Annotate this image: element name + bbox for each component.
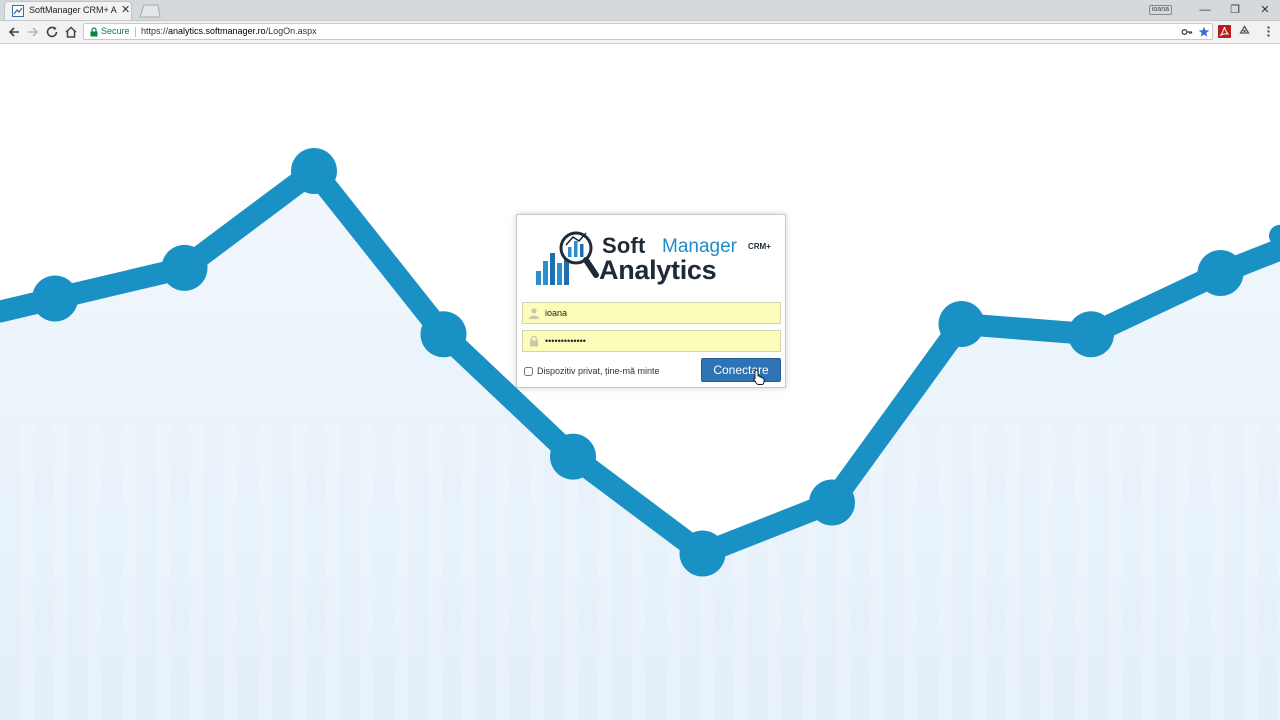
close-window-button[interactable]: ✕ xyxy=(1250,1,1280,19)
chart-stripe xyxy=(1142,424,1156,720)
chart-stripe xyxy=(530,424,544,720)
remember-label: Dispozitiv privat, ține-mă minte xyxy=(537,366,660,376)
browser-tab[interactable]: SoftManager CRM+ Analytics ✕ xyxy=(4,1,132,20)
address-bar[interactable]: Secure https://analytics.softmanager.ro/… xyxy=(83,23,1213,40)
chart-stripe xyxy=(122,424,136,720)
chart-stripe xyxy=(1006,424,1020,720)
chart-stripe xyxy=(360,424,374,720)
chart-stripe xyxy=(734,424,748,720)
chart-stripe xyxy=(802,424,816,720)
profile-button[interactable]: ioana xyxy=(1148,5,1172,15)
chart-stripe xyxy=(292,424,306,720)
chart-point xyxy=(291,148,337,194)
chart-stripe xyxy=(462,424,476,720)
hand-pointer-icon xyxy=(753,369,765,385)
password-field xyxy=(522,330,781,352)
password-input[interactable] xyxy=(545,333,775,349)
browser-tab-strip: SoftManager CRM+ Analytics ✕ ioana — ❐ ✕ xyxy=(0,0,1280,21)
minimize-button[interactable]: — xyxy=(1190,1,1220,19)
chart-stripe xyxy=(1176,424,1190,720)
chart-point xyxy=(32,275,78,322)
chart-stripe xyxy=(326,424,340,720)
chart-point xyxy=(1197,250,1244,296)
chart-point xyxy=(420,311,467,358)
brand-crm: CRM+ xyxy=(748,242,771,251)
chart-point xyxy=(938,301,985,347)
analytics-favicon-icon xyxy=(12,5,24,17)
chart-stripe xyxy=(394,424,408,720)
window-controls: ioana — ❐ ✕ xyxy=(1148,0,1280,20)
chart-stripe xyxy=(88,424,102,720)
page-body: Soft Manager CRM+ Analytics Dispozitiv p… xyxy=(0,44,1280,720)
key-icon[interactable] xyxy=(1181,26,1193,38)
chart-stripe xyxy=(54,424,68,720)
chart-stripe xyxy=(870,424,884,720)
brand-analytics: Analytics xyxy=(599,255,717,285)
menu-dots-icon[interactable] xyxy=(1262,25,1275,38)
pdf-extension-icon[interactable] xyxy=(1218,25,1231,38)
chart-point xyxy=(679,530,726,577)
chart-stripe xyxy=(1108,424,1122,720)
lock-icon xyxy=(90,27,98,37)
username-field xyxy=(522,302,781,324)
chart-point xyxy=(1068,311,1114,358)
home-icon[interactable] xyxy=(64,25,78,39)
tab-close-icon[interactable]: ✕ xyxy=(121,4,130,16)
secure-label: Secure xyxy=(101,26,130,36)
tab-title: SoftManager CRM+ Analytics xyxy=(29,5,117,15)
chart-stripe xyxy=(258,424,272,720)
chart-stripe xyxy=(768,424,782,720)
remember-me[interactable]: Dispozitiv privat, ține-mă minte xyxy=(524,366,660,376)
restore-button[interactable]: ❐ xyxy=(1220,1,1250,19)
analytics-logo-icon xyxy=(536,231,599,285)
url-text[interactable]: https://analytics.softmanager.ro/LogOn.a… xyxy=(141,26,317,36)
url-scheme: https:// xyxy=(141,26,169,36)
chart-stripe xyxy=(972,424,986,720)
url-host: analytics.softmanager.ro xyxy=(168,26,266,36)
chart-stripe xyxy=(904,424,918,720)
chart-stripe xyxy=(632,424,646,720)
forward-arrow-icon[interactable] xyxy=(26,25,40,39)
username-input[interactable] xyxy=(545,305,775,321)
chart-stripe xyxy=(428,424,442,720)
chart-stripe xyxy=(666,424,680,720)
login-panel: Soft Manager CRM+ Analytics Dispozitiv p… xyxy=(516,214,786,388)
browser-toolbar: Secure https://analytics.softmanager.ro/… xyxy=(0,21,1280,44)
new-tab-button[interactable] xyxy=(138,4,162,18)
remember-checkbox[interactable] xyxy=(524,366,533,376)
lock-icon xyxy=(530,335,538,347)
chart-stripe xyxy=(20,424,34,720)
bookmark-star-icon[interactable] xyxy=(1198,26,1210,38)
chart-stripe xyxy=(1074,424,1088,720)
url-path: /LogOn.aspx xyxy=(265,26,317,36)
chart-point xyxy=(550,433,596,480)
chart-stripe xyxy=(496,424,510,720)
address-separator xyxy=(135,27,136,37)
recycle-extension-icon[interactable] xyxy=(1238,25,1251,38)
login-button[interactable]: Conectare xyxy=(701,358,781,382)
chart-stripe xyxy=(938,424,952,720)
chart-stripe xyxy=(1210,424,1224,720)
chart-point xyxy=(809,479,855,526)
chart-stripe xyxy=(156,424,170,720)
chart-stripe xyxy=(224,424,238,720)
reload-icon[interactable] xyxy=(45,25,59,39)
back-arrow-icon[interactable] xyxy=(7,25,21,39)
chart-stripe xyxy=(1040,424,1054,720)
chart-stripe xyxy=(190,424,204,720)
chart-point xyxy=(161,244,208,291)
chart-stripe xyxy=(1244,424,1258,720)
user-icon xyxy=(529,308,539,319)
softmanager-logo: Soft Manager CRM+ Analytics xyxy=(532,227,777,293)
